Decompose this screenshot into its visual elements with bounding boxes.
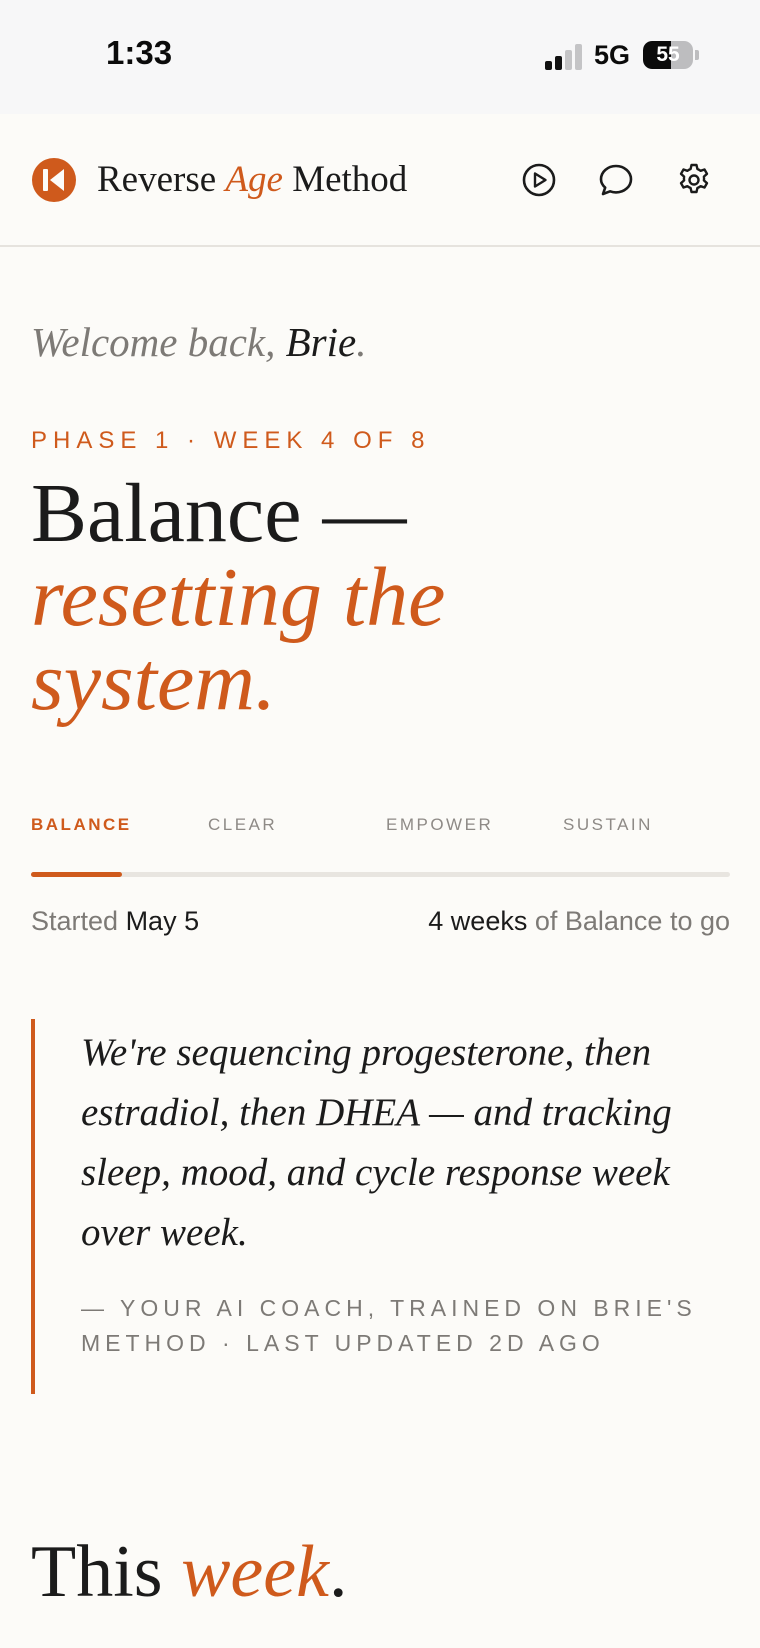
started-value: May 5	[125, 906, 200, 936]
hero-line-1: Balance —	[31, 467, 407, 560]
tab-empower[interactable]: EMPOWER	[386, 815, 493, 835]
battery-icon: 55	[643, 41, 693, 69]
greeting-suffix: .	[356, 319, 367, 365]
battery-percent: 55	[656, 43, 680, 66]
status-bar: 1:33 5G 55	[0, 0, 760, 114]
tab-clear[interactable]: CLEAR	[208, 815, 277, 835]
coach-quote: We're sequencing progesterone, then estr…	[31, 1019, 730, 1394]
network-label: 5G	[594, 40, 631, 70]
section-title-accent: week	[181, 1531, 329, 1613]
tab-sustain[interactable]: SUSTAIN	[563, 815, 653, 835]
weeks-remaining-count: 4 weeks	[428, 906, 528, 936]
brand-title: Reverse Age Method	[97, 158, 407, 201]
phase-progress-bar	[31, 872, 730, 877]
gear-icon[interactable]	[673, 159, 715, 201]
app-logo-icon[interactable]	[31, 157, 77, 203]
weeks-remaining: 4 weeks of Balance to go	[428, 906, 730, 937]
coach-quote-text: We're sequencing progesterone, then estr…	[81, 1031, 672, 1254]
phase-tabs: BALANCE CLEAR EMPOWER SUSTAIN	[31, 815, 730, 845]
greeting-prefix: Welcome back,	[31, 319, 286, 365]
tab-balance[interactable]: BALANCE	[31, 815, 132, 835]
started-prefix: Started	[31, 906, 126, 936]
app-header: Reverse Age Method	[0, 114, 760, 247]
hero-line-3: system.	[31, 635, 276, 728]
section-title-end: .	[328, 1531, 348, 1613]
brand-accent: Age	[225, 159, 283, 200]
greeting-name: Brie	[285, 319, 357, 365]
started-date: Started May 5	[31, 906, 199, 937]
status-time: 1:33	[106, 34, 173, 71]
weeks-remaining-suffix: of Balance to go	[527, 906, 730, 936]
battery-cap	[695, 50, 699, 60]
hero-title: Balance — resetting the system.	[31, 472, 445, 724]
chat-bubble-icon[interactable]	[595, 159, 637, 201]
section-title-plain: This	[31, 1531, 182, 1613]
signal-strength-icon	[545, 44, 585, 70]
brand-part1: Reverse	[97, 159, 226, 200]
phase-label: PHASE 1 · WEEK 4 OF 8	[31, 427, 431, 454]
section-title-this-week: This week.	[31, 1530, 347, 1615]
phase-progress-fill	[31, 872, 122, 877]
brand-part2: Method	[282, 159, 408, 200]
welcome-greeting: Welcome back, Brie.	[31, 318, 366, 366]
hero-line-2: resetting the	[31, 551, 446, 644]
play-circle-icon[interactable]	[518, 159, 560, 201]
coach-quote-attribution: — YOUR AI COACH, TRAINED ON BRIE'S METHO…	[81, 1295, 697, 1356]
